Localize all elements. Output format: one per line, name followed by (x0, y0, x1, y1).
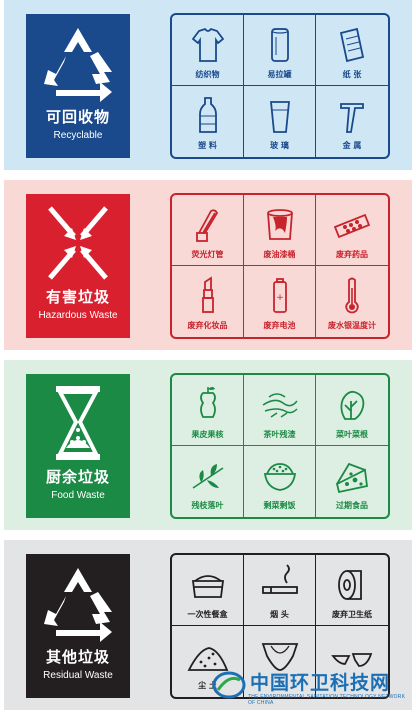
tea-leaves-icon (262, 393, 298, 418)
waste-item: 金 属 (316, 86, 388, 157)
watermark: 中国环卫科技网 THE ENVIRONMENTAL SANITATION TEC… (206, 668, 414, 708)
category-name-cn: 有害垃圾 (45, 288, 110, 306)
cigarette-icon (261, 564, 298, 594)
waste-item: 过期食品 (316, 446, 388, 517)
waste-item: 残枝落叶 (172, 446, 244, 517)
battery-icon: + (272, 278, 287, 313)
waste-item: 废油漆桶 (244, 195, 316, 266)
medicine-pills-icon (333, 213, 371, 239)
recycle-icon (44, 28, 112, 102)
waste-item-label: 烟 头 (270, 610, 289, 619)
category-name-en: Residual Waste (43, 670, 113, 681)
waste-item: 一次性餐盒 (172, 555, 244, 626)
category-badge: 有害垃圾 Hazardous Waste (26, 194, 130, 338)
waste-item: 玻 璃 (244, 86, 316, 157)
watermark-subtext: THE ENVIRONMENTAL SANITATION TECHNOLOGY … (248, 694, 406, 706)
category-name-cn: 可回收物 (45, 108, 110, 126)
waste-item-label: 玻 璃 (270, 141, 289, 150)
waste-item: + 废弃电池 (244, 266, 316, 337)
waste-item-label: 残枝落叶 (191, 501, 224, 510)
waste-item-label: 过期食品 (336, 501, 368, 510)
apple-core-icon (199, 387, 216, 418)
waste-item-label: 果皮果核 (191, 430, 224, 439)
category-name-en: Recyclable (53, 130, 103, 141)
toilet-paper-icon (338, 570, 362, 600)
paint-bucket-icon (266, 209, 293, 240)
waste-item: 废水银温度计 (316, 266, 388, 337)
waste-item: 废弃卫生纸 (316, 555, 388, 626)
waste-item-label: 废弃化妆品 (187, 321, 228, 330)
waste-item: 塑 料 (172, 86, 244, 157)
can-icon (270, 28, 289, 62)
waste-item: 剩菜剩饭 (244, 446, 316, 517)
panel-food-waste: 厨余垃圾 Food Waste 果皮果核 茶叶残渣 菜叶菜根残枝落叶 剩菜剩饭 过期食品 (4, 360, 412, 530)
waste-item-label: 废水银温度计 (328, 321, 376, 330)
category-name-cn: 厨余垃圾 (45, 468, 110, 486)
waste-item: 果皮果核 (172, 375, 244, 446)
cheese-icon (335, 462, 368, 494)
waste-item-label: 荧光灯管 (191, 250, 224, 259)
hourglass-icon (56, 386, 100, 460)
waste-item-label: 纺织物 (195, 70, 220, 79)
glass-icon (269, 101, 290, 133)
vegetable-icon (340, 390, 365, 420)
waste-item-label: 废弃药品 (336, 250, 368, 259)
waste-item: 易拉罐 (244, 15, 316, 86)
tshirt-icon (191, 27, 224, 62)
category-badge: 其他垃圾 Residual Waste (26, 554, 130, 698)
waste-item-label: 菜叶菜根 (336, 430, 368, 439)
branch-leaves-icon (192, 464, 223, 489)
rice-bowl-icon (263, 463, 296, 491)
waste-item: 菜叶菜根 (316, 375, 388, 446)
waste-item-label: 纸 张 (342, 70, 362, 79)
waste-item: 茶叶残渣 (244, 375, 316, 446)
category-badge: 厨余垃圾 Food Waste (26, 374, 130, 518)
waste-item: 纺织物 (172, 15, 244, 86)
lipstick-icon (201, 276, 214, 313)
item-grid: 果皮果核 茶叶残渣 菜叶菜根残枝落叶 剩菜剩饭 过期食品 (170, 373, 390, 519)
waste-item-label: 茶叶残渣 (263, 430, 296, 439)
watermark-text: 中国环卫科技网 (250, 672, 391, 694)
waste-item-label: 废弃卫生纸 (332, 610, 372, 619)
waste-item: 废弃药品 (316, 195, 388, 266)
watermark-logo-icon (212, 671, 246, 699)
paper-roll-icon (339, 27, 365, 63)
waste-item-label: 塑 料 (198, 141, 217, 150)
category-name-en: Hazardous Waste (38, 310, 118, 321)
hazard-arrows-icon (48, 206, 108, 280)
thermometer-icon (345, 277, 359, 314)
waste-item-label: 金 属 (342, 141, 362, 150)
waste-item-label: 废油漆桶 (263, 250, 296, 259)
recycle-icon (44, 568, 112, 642)
item-grid: 荧光灯管 废油漆桶 废弃药品废弃化妆品 + 废弃电池 废水银温度计 (170, 193, 390, 339)
category-name-en: Food Waste (51, 490, 105, 501)
waste-item-label: 一次性餐盒 (187, 610, 228, 619)
waste-item: 废弃化妆品 (172, 266, 244, 337)
waste-item-label: 废弃电池 (263, 321, 296, 330)
waste-item-label: 易拉罐 (267, 70, 292, 79)
panel-recyclable: 可回收物 Recyclable 纺织物 易拉罐 纸 张塑 料 玻 璃 金 属 (4, 0, 412, 170)
lunch-box-icon (191, 575, 224, 598)
metal-tool-icon (340, 103, 364, 133)
waste-item: 纸 张 (316, 15, 388, 86)
panel-hazardous: 有害垃圾 Hazardous Waste 荧光灯管 废油漆桶 废弃药品废弃化妆品 + 废… (4, 180, 412, 350)
plastic-bottle-icon (198, 97, 217, 133)
waste-item: 荧光灯管 (172, 195, 244, 266)
item-grid: 纺织物 易拉罐 纸 张塑 料 玻 璃 金 属 (170, 13, 390, 159)
category-name-cn: 其他垃圾 (45, 648, 110, 666)
waste-item-label: 剩菜剩饭 (263, 501, 296, 510)
svg-text:+: + (276, 293, 284, 303)
fluorescent-lamp-icon (195, 209, 218, 242)
waste-item: 烟 头 (244, 555, 316, 626)
category-badge: 可回收物 Recyclable (26, 14, 130, 158)
